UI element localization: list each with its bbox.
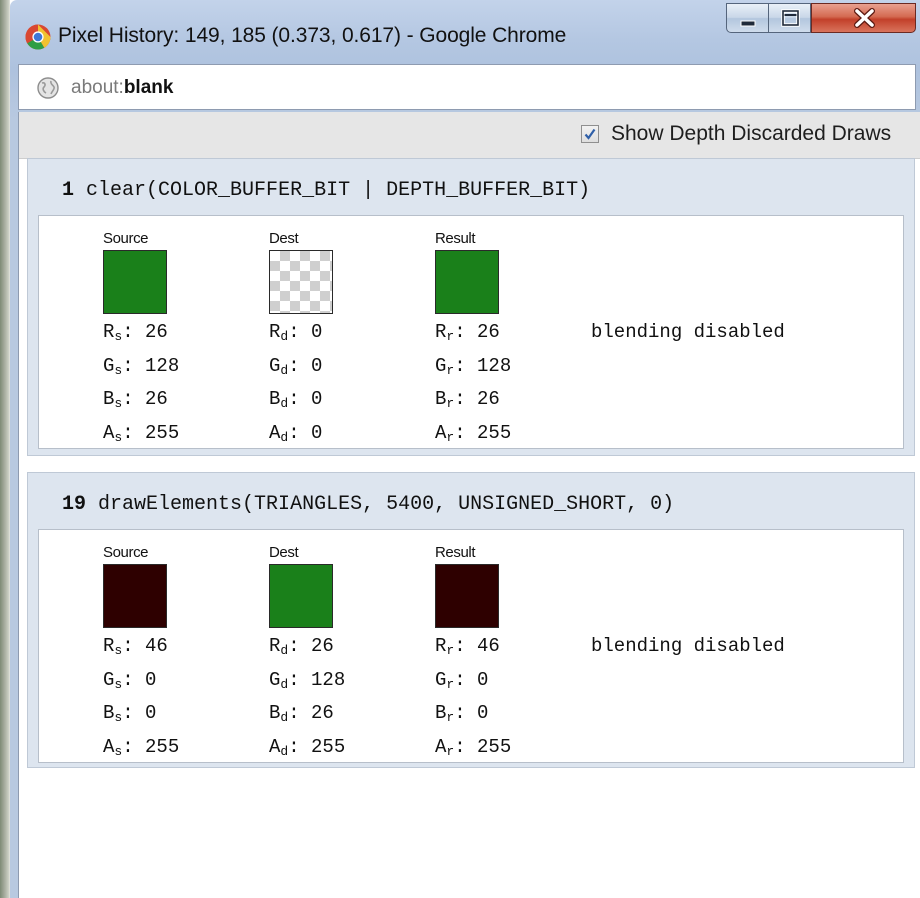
page-content: Show Depth Discarded Draws 1 clear(COLOR… — [18, 112, 920, 898]
dest-a: Ad: 0 — [269, 421, 323, 445]
maximize-button[interactable] — [768, 3, 811, 33]
close-icon — [854, 8, 875, 28]
source-label: Source — [103, 230, 149, 247]
chrome-icon — [25, 24, 51, 50]
title-bar[interactable]: Pixel History: 149, 185 (0.373, 0.617) -… — [10, 0, 920, 64]
source-r: Rs: 46 — [103, 635, 168, 658]
dest-b: Bd: 0 — [269, 388, 323, 411]
result-b: Br: 0 — [435, 702, 489, 725]
draw-call-number: 1 — [62, 179, 75, 202]
address-bar[interactable]: about:blank — [18, 64, 916, 110]
source-a: As: 255 — [103, 735, 180, 759]
close-button[interactable] — [811, 3, 916, 33]
source-swatch — [103, 250, 167, 314]
blending-status: blending disabled — [591, 321, 785, 343]
draw-call-header: 19 drawElements(TRIANGLES, 5400, UNSIGNE… — [62, 493, 674, 516]
draw-call-text: clear(COLOR_BUFFER_BIT | DEPTH_BUFFER_BI… — [86, 179, 591, 202]
result-r: Rr: 46 — [435, 635, 500, 658]
blending-status: blending disabled — [591, 635, 785, 657]
dest-column: Dest Rd: 0 Gd: 0 Bd: 0 Ad: 0 — [269, 216, 429, 448]
dest-column: Dest Rd: 26 Gd: 128 Bd: 26 Ad: 255 — [269, 530, 429, 762]
url-scheme: about: — [71, 77, 124, 98]
window-title: Pixel History: 149, 185 (0.373, 0.617) -… — [58, 24, 567, 47]
result-r: Rr: 26 — [435, 321, 500, 344]
result-column: Result Rr: 26 Gr: 128 Br: 26 Ar: 255 — [435, 216, 595, 448]
source-a: As: 255 — [103, 421, 180, 445]
history-entry: 1 clear(COLOR_BUFFER_BIT | DEPTH_BUFFER_… — [27, 158, 915, 456]
result-a: Ar: 255 — [435, 735, 512, 759]
minimize-icon — [740, 20, 756, 27]
address-url[interactable]: about:blank — [71, 77, 173, 99]
url-host: blank — [123, 77, 174, 98]
dest-a: Ad: 255 — [269, 735, 346, 759]
result-label: Result — [435, 544, 476, 561]
result-g: Gr: 128 — [435, 354, 512, 378]
source-label: Source — [103, 544, 149, 561]
result-label: Result — [435, 230, 476, 247]
result-swatch — [435, 564, 499, 628]
chrome-window: Pixel History: 149, 185 (0.373, 0.617) -… — [10, 0, 920, 898]
options-toolbar: Show Depth Discarded Draws — [19, 112, 920, 159]
dest-swatch-transparent — [269, 250, 333, 314]
show-depth-discarded-checkbox[interactable] — [581, 125, 599, 143]
dest-g: Gd: 0 — [269, 354, 323, 378]
source-r: Rs: 26 — [103, 321, 168, 344]
pixel-values-panel: Source Rs: 46 Gs: 0 Bs: 0 As: 255 Dest R… — [38, 529, 904, 763]
result-swatch — [435, 250, 499, 314]
history-entry: 19 drawElements(TRIANGLES, 5400, UNSIGNE… — [27, 472, 915, 768]
draw-call-text: drawElements(TRIANGLES, 5400, UNSIGNED_S… — [98, 493, 675, 516]
dest-b: Bd: 26 — [269, 702, 334, 725]
minimize-button[interactable] — [726, 3, 769, 33]
result-column: Result Rr: 46 Gr: 0 Br: 0 Ar: 255 — [435, 530, 595, 762]
result-g: Gr: 0 — [435, 668, 489, 692]
dest-r: Rd: 26 — [269, 635, 334, 658]
show-depth-discarded-label[interactable]: Show Depth Discarded Draws — [611, 122, 891, 146]
draw-call-number: 19 — [62, 493, 87, 516]
source-column: Source Rs: 46 Gs: 0 Bs: 0 As: 255 — [103, 530, 263, 762]
result-a: Ar: 255 — [435, 421, 512, 445]
dest-label: Dest — [269, 544, 299, 561]
draw-call-header: 1 clear(COLOR_BUFFER_BIT | DEPTH_BUFFER_… — [62, 179, 590, 202]
source-column: Source Rs: 26 Gs: 128 Bs: 26 As: 255 — [103, 216, 263, 448]
source-g: Gs: 0 — [103, 668, 157, 692]
dest-swatch — [269, 564, 333, 628]
maximize-icon — [781, 9, 800, 27]
globe-icon — [37, 77, 59, 99]
source-b: Bs: 26 — [103, 388, 168, 411]
pixel-values-panel: Source Rs: 26 Gs: 128 Bs: 26 As: 255 Des… — [38, 215, 904, 449]
background-window-edge — [0, 0, 10, 898]
source-swatch — [103, 564, 167, 628]
source-g: Gs: 128 — [103, 354, 180, 378]
result-b: Br: 26 — [435, 388, 500, 411]
window-controls — [726, 3, 918, 35]
dest-g: Gd: 128 — [269, 668, 346, 692]
dest-label: Dest — [269, 230, 299, 247]
source-b: Bs: 0 — [103, 702, 157, 725]
dest-r: Rd: 0 — [269, 321, 323, 344]
checkmark-icon — [584, 128, 596, 140]
